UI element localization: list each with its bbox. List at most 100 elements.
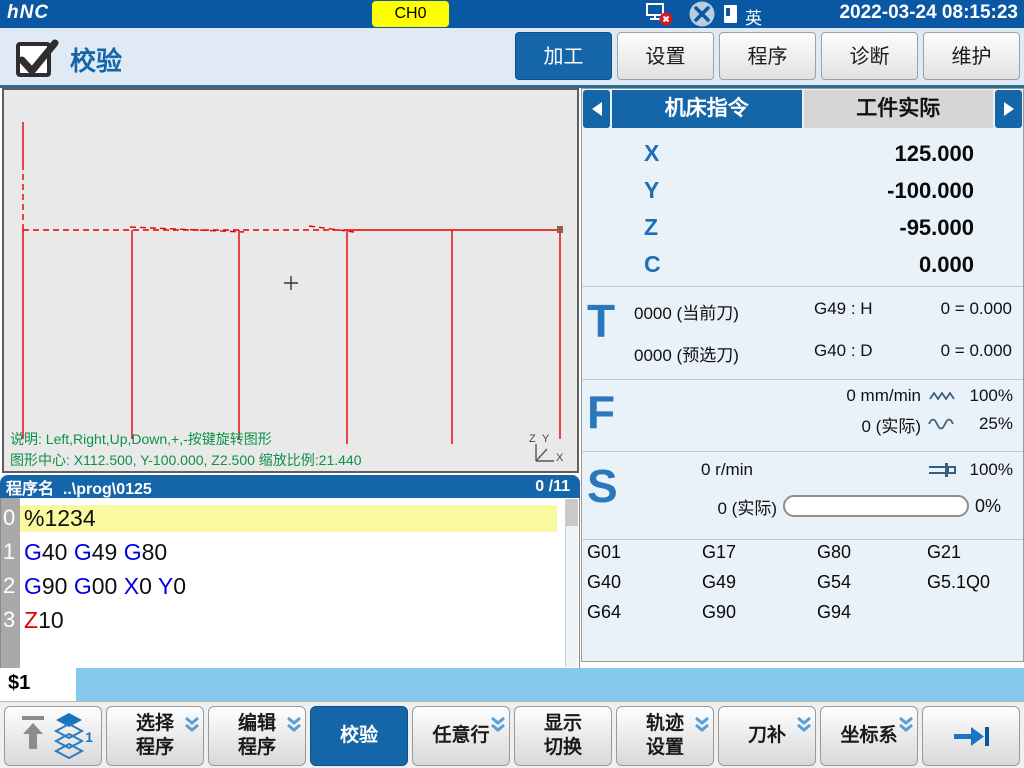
softkey-track-settings[interactable]: 轨迹设置 [616, 706, 714, 766]
softkey-display-switch[interactable]: 显示切换 [514, 706, 612, 766]
program-header: 程序名 ..\prog\0125 0 /11 [0, 475, 580, 498]
line-number: 2 [1, 573, 20, 599]
double-chevron-down-icon [490, 716, 506, 735]
status-row: $1 [0, 668, 1024, 701]
axis-triad-icon: Z Y X [526, 430, 566, 473]
dro-tab-bar: 机床指令 工件实际 [583, 90, 1022, 128]
tab-machine-command[interactable]: 机床指令 [612, 90, 802, 128]
top-status-bar: hNC CH0 英 2022-03-24 08:15:23 [0, 0, 1024, 28]
channel-status: $1 [8, 672, 30, 695]
feed-override: 100% [965, 386, 1013, 406]
program-line[interactable]: 2G90 G00 X0 Y0 [1, 569, 579, 603]
softkey-coord-system[interactable]: 坐标系 [820, 706, 918, 766]
softkey-select-program[interactable]: 选择程序 [106, 706, 204, 766]
datetime-label: 2022-03-24 08:15:23 [839, 2, 1018, 24]
skip-to-end-icon [950, 723, 992, 749]
feed-section-letter: F [587, 385, 615, 439]
line-number: 0 [1, 505, 20, 531]
double-chevron-down-icon [184, 716, 200, 735]
dro-panel: 机床指令 工件实际 X125.000 Y -100.000 Z -95.000 C 0.00… [581, 88, 1024, 662]
spindle-row-actual: 0 (实际) 0% [717, 493, 1001, 519]
softkey-label: 坐标系 [840, 724, 897, 748]
dro-prev-arrow[interactable] [583, 90, 610, 128]
gcode-item: G01 [587, 542, 702, 572]
feed-row-actual: 0 (实际) 25% [862, 411, 1014, 437]
program-lines: 0%12341G40 G49 G802G90 G00 X0 Y03Z10 [1, 501, 579, 637]
program-line[interactable]: 0%1234 [1, 501, 579, 535]
feed-sine-icon [927, 417, 959, 431]
main-tab[interactable]: 维护 [923, 32, 1020, 80]
bottom-toolbar: 1 选择程序 编辑程序 校验 任意行显示切换 轨迹设置 刀补 坐标系 [0, 701, 1024, 768]
svg-text:X: X [556, 452, 564, 464]
rapid-override: 25% [965, 414, 1013, 434]
axis-row: X125.000 [582, 135, 1023, 172]
gcode-item: G49 [702, 572, 817, 602]
spindle-override: 100% [965, 460, 1013, 480]
softkey-any-line[interactable]: 任意行 [412, 706, 510, 766]
gcode-item: G80 [817, 542, 927, 572]
axis-name: C [644, 251, 661, 278]
hnc-logo: hNC [7, 2, 49, 24]
line-number: 3 [1, 607, 20, 633]
svg-text:Y: Y [542, 433, 550, 445]
axis-name: Y [644, 177, 659, 204]
gcode-item: G94 [817, 602, 927, 632]
softkey-verify[interactable]: 校验 [310, 706, 408, 766]
svg-text:Z: Z [529, 433, 536, 445]
gcode-item: G54 [817, 572, 927, 602]
double-chevron-down-icon [796, 716, 812, 735]
axis-value: -100.000 [887, 178, 974, 204]
toolpath-view[interactable]: 说明: Left,Right,Up,Down,+,-按键旋转图形 图形中心: X… [2, 88, 579, 473]
line-text: Z10 [20, 607, 557, 634]
axis-position-list: X125.000 Y -100.000 Z -95.000 C 0.000 [582, 135, 1023, 283]
spindle-load-bar [783, 495, 969, 517]
program-editor[interactable]: 0%12341G40 G49 G802G90 G00 X0 Y03Z10 [0, 498, 580, 669]
spindle-load-percent: 0% [975, 496, 1001, 517]
cnc-screen: hNC CH0 英 2022-03-24 08:15:23 [0, 0, 1024, 768]
main-tab[interactable]: 诊断 [821, 32, 918, 80]
axis-value: 0.000 [919, 252, 974, 278]
gcode-item: G5.1Q0 [927, 572, 1017, 602]
softkey-edit-program[interactable]: 编辑程序 [208, 706, 306, 766]
spindle-speed: 0 r/min [701, 460, 753, 480]
line-text: G90 G00 X0 Y0 [20, 573, 557, 600]
tab-workpiece-actual[interactable]: 工件实际 [804, 90, 994, 128]
axis-name: Z [644, 214, 658, 241]
channel-button[interactable]: CH0 [372, 1, 449, 27]
language-indicator[interactable]: 英 [745, 4, 762, 29]
program-path: 程序名 ..\prog\0125 [6, 475, 152, 499]
spindle-section-letter: S [587, 459, 618, 513]
softkey-label: 编辑程序 [238, 712, 276, 760]
program-line[interactable]: 3Z10 [1, 603, 579, 637]
main-tab-bar: 加工设置程序诊断维护 [515, 32, 1020, 80]
main-tab[interactable]: 设置 [617, 32, 714, 80]
program-scrollbar[interactable] [565, 499, 578, 667]
spindle-icon [927, 462, 959, 478]
gcode-item: G21 [927, 542, 1017, 572]
return-top-layers-icon [13, 710, 93, 762]
softkey-return-layers[interactable]: 1 [4, 706, 102, 766]
softkey-tool-comp[interactable]: 刀补 [718, 706, 816, 766]
scrollbar-thumb[interactable] [566, 499, 578, 526]
softkey-label: 校验 [340, 724, 378, 748]
modal-gcode-grid: G01G17G80G21G40G49G54G5.1Q0G64G90G94 [587, 542, 1017, 632]
main-tab[interactable]: 程序 [719, 32, 816, 80]
layer-count-badge: 1 [85, 729, 93, 745]
feed-row-command: 0 mm/min 100% [846, 383, 1013, 409]
tool-row-current: 0000 (当前刀) G49 : H 0 = 0.000 [582, 295, 1023, 323]
axis-value: -95.000 [899, 215, 974, 241]
softkey-label: 刀补 [748, 724, 786, 748]
program-line-counter: 0 /11 [535, 478, 570, 496]
program-line[interactable]: 1G40 G49 G80 [1, 535, 579, 569]
verify-check-icon [13, 34, 61, 87]
status-blue-bar [76, 668, 1024, 701]
softkey-label: 显示切换 [544, 712, 582, 760]
softkey-next-page[interactable] [922, 706, 1020, 766]
dictionary-icon [723, 4, 738, 29]
spindle-row-command: 100% [927, 457, 1013, 483]
main-tab[interactable]: 加工 [515, 32, 612, 80]
softkey-label: 选择程序 [136, 712, 174, 760]
softkey-label: 轨迹设置 [646, 712, 684, 760]
dro-next-arrow[interactable] [995, 90, 1022, 128]
feed-zigzag-icon [927, 389, 959, 403]
